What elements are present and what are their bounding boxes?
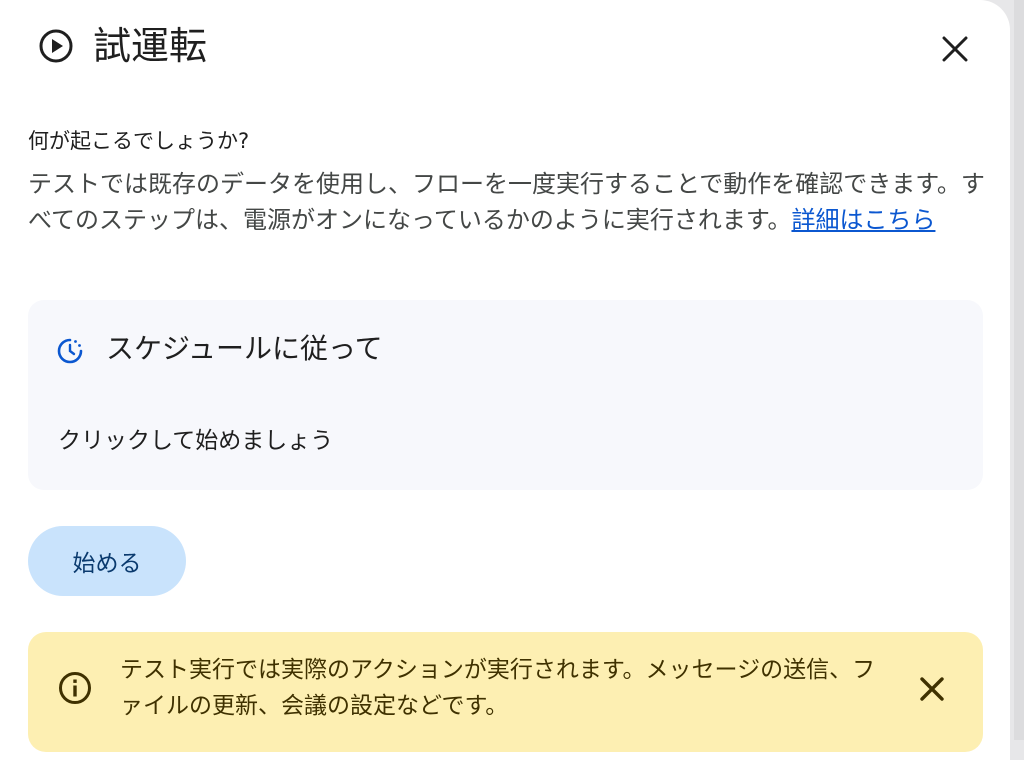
warning-text: テスト実行では実際のアクションが実行されます。メッセージの送信、ファイルの更新、… [120, 657, 876, 719]
dialog-title: 試運転 [93, 24, 208, 68]
test-run-dialog: 試運転 何が起こるでしょうか? テストでは既存のデータを使用し、フローを一度実行… [0, 0, 1010, 760]
close-icon [920, 677, 944, 701]
play-circle-icon [39, 29, 73, 63]
question-heading: 何が起こるでしょうか? [28, 129, 250, 153]
description-text: テストでは既存のデータを使用し、フローを一度実行することで動作を確認できます。す… [28, 166, 988, 238]
learn-more-link[interactable]: 詳細はこちら [791, 206, 935, 234]
start-button[interactable]: 始める [28, 526, 186, 596]
warning-banner: テスト実行では実際のアクションが実行されます。メッセージの送信、ファイルの更新、… [28, 632, 983, 752]
schedule-hint: クリックして始めましょう [58, 428, 334, 454]
schedule-icon [57, 338, 83, 364]
close-icon [942, 36, 968, 62]
schedule-trigger-card[interactable]: スケジュールに従って クリックして始めましょう [28, 300, 983, 490]
close-button[interactable] [930, 24, 980, 74]
schedule-label: スケジュールに従って [106, 332, 383, 365]
dialog-header: 試運転 [0, 0, 1010, 100]
scrollbar[interactable] [1014, 0, 1024, 740]
warning-close-button[interactable] [908, 665, 956, 713]
info-icon [59, 672, 91, 704]
